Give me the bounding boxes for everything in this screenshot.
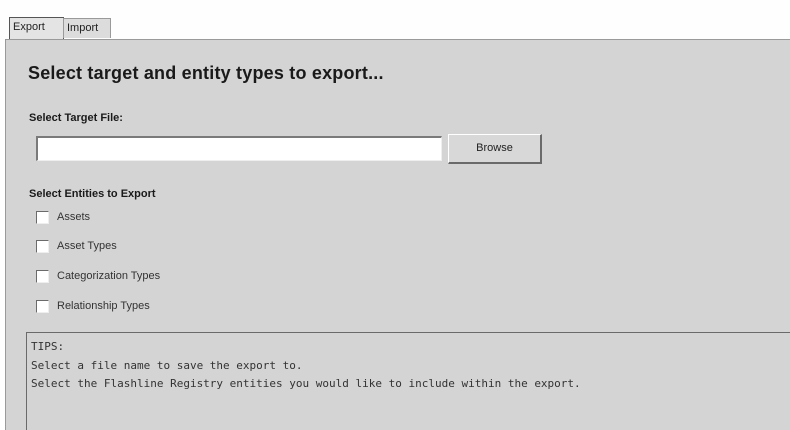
target-file-input[interactable] [36, 136, 442, 161]
relationship-types-label: Relationship Types [57, 300, 150, 312]
tab-import[interactable]: Import [63, 18, 111, 38]
tips-title: TIPS: [31, 340, 65, 353]
tab-export[interactable]: Export [9, 17, 64, 39]
entity-option-assets[interactable]: Assets [36, 209, 90, 225]
entity-option-relationship-types[interactable]: Relationship Types [36, 298, 150, 314]
export-panel: Select target and entity types to export… [5, 39, 790, 430]
tips-box: TIPS: Select a file name to save the exp… [26, 332, 790, 430]
assets-label: Assets [57, 211, 91, 223]
browse-button[interactable]: Browse [448, 134, 542, 164]
tips-line: Select a file name to save the export to… [31, 358, 303, 372]
entity-option-asset-types[interactable]: Asset Types [36, 238, 117, 254]
tips-line: Select the Flashline Registry entities y… [31, 377, 581, 390]
tab-bar: Export Import [0, 0, 790, 40]
entity-option-categorization-types[interactable]: Categorization Types [36, 268, 160, 284]
asset-types-label: Asset Types [57, 240, 117, 252]
entities-label: Select Entities to Export [29, 188, 156, 200]
categorization-types-checkbox[interactable] [36, 269, 49, 283]
categorization-types-label: Categorization Types [57, 270, 161, 282]
relationship-types-checkbox[interactable] [36, 299, 49, 313]
target-file-label: Select Target File: [29, 112, 123, 124]
assets-checkbox[interactable] [36, 210, 49, 224]
page-title: Select target and entity types to export… [28, 63, 384, 83]
asset-types-checkbox[interactable] [36, 239, 49, 253]
